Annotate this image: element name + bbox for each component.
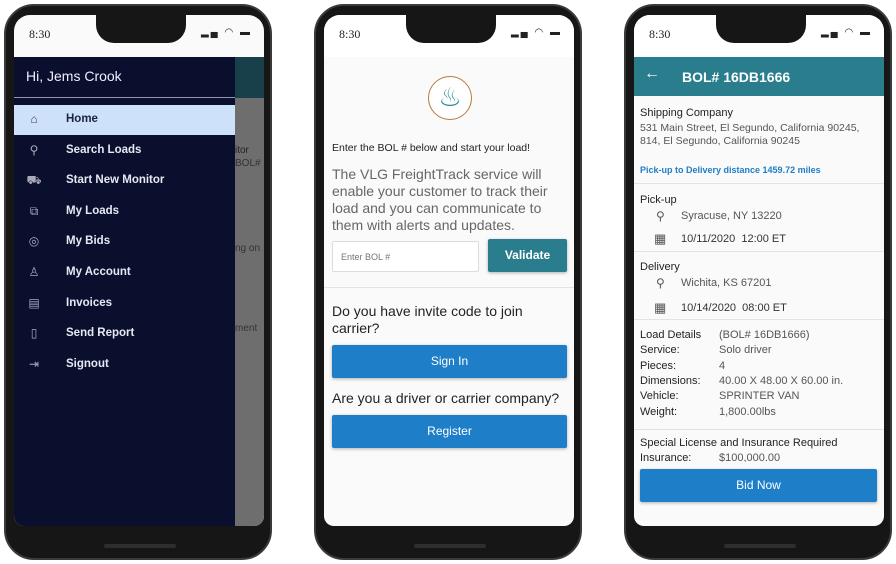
shipping-label: Shipping Company bbox=[640, 107, 733, 119]
detail-value: Solo driver bbox=[719, 344, 772, 357]
detail-key: Service: bbox=[640, 344, 680, 357]
background-text: itor bbox=[235, 145, 249, 156]
app-header: ← BOL# 16DB1666 bbox=[634, 57, 884, 96]
bol-input[interactable] bbox=[332, 241, 479, 272]
detail-value: 1,800.00lbs bbox=[719, 405, 776, 418]
detail-value: 40.00 X 48.00 X 60.00 in. bbox=[719, 374, 844, 387]
menu-item-signout[interactable]: ⇥ Signout bbox=[14, 350, 235, 380]
search-icon: ⚲ bbox=[29, 142, 39, 157]
menu-item-label: Search Loads bbox=[66, 143, 142, 156]
validate-button[interactable]: Validate bbox=[488, 239, 567, 272]
notch bbox=[716, 15, 806, 43]
navigation-drawer: Hi, Jems Crook ⌂ Home ⚲ Search Loads ⛟ Start … bbox=[14, 57, 235, 526]
detail-value: 4 bbox=[719, 359, 726, 372]
drawer-scrim[interactable]: itor BOL# ng on ment bbox=[235, 57, 264, 526]
delivery-datetime: 10/14/2020 08:00 ET bbox=[681, 302, 787, 314]
insurance-key: Insurance: bbox=[640, 452, 692, 462]
menu-item-invoices[interactable]: ▤ Invoices bbox=[14, 289, 235, 319]
invite-question: Do you have invite code to join carrier? bbox=[332, 303, 523, 336]
description: The VLG FreightTrack service will enable… bbox=[332, 166, 548, 233]
detail-value: (BOL# 16DB1666) bbox=[719, 329, 810, 341]
license-label: Special License and Insurance Required bbox=[640, 437, 838, 449]
menu-item-send-report[interactable]: ▯ Send Report bbox=[14, 319, 235, 349]
document-icon: ▯ bbox=[30, 326, 38, 341]
status-time: 8:30 bbox=[29, 27, 51, 41]
pickup-location: Syracuse, NY 13220 bbox=[681, 210, 782, 222]
menu-item-label: My Bids bbox=[66, 235, 111, 248]
coins-icon: ◎ bbox=[28, 234, 40, 249]
page-title: BOL# 16DB1666 bbox=[682, 69, 791, 85]
register-button[interactable]: Register bbox=[332, 415, 567, 448]
intro-text: Enter the BOL # below and start your loa… bbox=[332, 142, 531, 154]
detail-key: Pieces: bbox=[640, 359, 677, 372]
menu-item-label: Start New Monitor bbox=[66, 174, 165, 187]
detail-key: Load Details bbox=[640, 329, 702, 341]
detail-key: Vehicle: bbox=[640, 390, 679, 403]
background-text: BOL# bbox=[235, 158, 261, 169]
menu-item-my-bids[interactable]: ◎ My Bids bbox=[14, 227, 235, 257]
phone-home: 8:30 ▂▄ ◠ ▬ ♨ Enter the BOL # below and … bbox=[314, 4, 582, 560]
detail-value: SPRINTER VAN bbox=[719, 390, 800, 403]
calendar-icon: ▦ bbox=[654, 300, 667, 315]
screen: 8:30 ▂▄ ◠ ▬ ♨ Enter the BOL # below and … bbox=[324, 15, 574, 526]
background-text: ng on bbox=[235, 243, 261, 254]
menu-item-search-loads[interactable]: ⚲ Search Loads bbox=[14, 136, 235, 166]
menu-item-label: Home bbox=[66, 113, 98, 125]
distance-text: Pick-up to Delivery distance 1459.72 mil… bbox=[640, 165, 821, 175]
phone-load-details: 8:30 ▂▄ ◠ ▬ ← BOL# 16DB1666 Shipping Com… bbox=[624, 4, 892, 560]
back-arrow-icon[interactable]: ← bbox=[644, 65, 660, 83]
home-indicator bbox=[724, 544, 796, 548]
screen: 8:30 ▂▄ ◠ ▬ itor BOL# ng on ment Hi, Jem… bbox=[14, 15, 264, 526]
menu-item-my-loads[interactable]: ⧉ My Loads bbox=[14, 197, 235, 227]
driver-question: Are you a driver or carrier company? bbox=[332, 390, 560, 406]
shipping-address: 531 Main Street, El Segundo, California … bbox=[640, 122, 860, 147]
truck-icon: ⛟ bbox=[26, 173, 42, 188]
screen: 8:30 ▂▄ ◠ ▬ ← BOL# 16DB1666 Shipping Com… bbox=[634, 15, 884, 526]
background-text: ment bbox=[235, 323, 258, 334]
status-icons: ▂▄ ◠ ▬ bbox=[510, 27, 562, 38]
pickup-datetime: 10/11/2020 12:00 ET bbox=[681, 233, 786, 245]
home-icon: ⌂ bbox=[30, 112, 38, 126]
status-time: 8:30 bbox=[339, 27, 361, 41]
delivery-location: Wichita, KS 67201 bbox=[681, 277, 772, 289]
menu-item-my-account[interactable]: ♙ My Account bbox=[14, 258, 235, 288]
user-icon: ♙ bbox=[28, 265, 40, 279]
menu-item-label: My Account bbox=[66, 266, 131, 278]
status-time: 8:30 bbox=[649, 27, 671, 41]
location-pin-icon: ⚲ bbox=[656, 209, 665, 223]
box-icon: ⧉ bbox=[29, 203, 39, 218]
menu-item-label: My Loads bbox=[66, 204, 120, 217]
divider bbox=[324, 287, 574, 288]
bid-now-button[interactable]: Bid Now bbox=[640, 469, 877, 502]
list-icon: ▤ bbox=[28, 295, 40, 310]
status-icons: ▂▄ ◠ ▬ bbox=[200, 27, 252, 38]
calendar-icon: ▦ bbox=[654, 231, 667, 246]
phone-menu: 8:30 ▂▄ ◠ ▬ itor BOL# ng on ment Hi, Jem… bbox=[4, 4, 272, 560]
menu-item-label: Invoices bbox=[66, 296, 113, 309]
detail-key: Weight: bbox=[640, 405, 678, 418]
greeting: Hi, Jems Crook bbox=[26, 68, 122, 84]
pickup-label: Pick-up bbox=[640, 194, 677, 206]
home-indicator bbox=[104, 544, 176, 548]
menu-item-home[interactable]: ⌂ Home bbox=[14, 105, 235, 135]
signout-icon: ⇥ bbox=[28, 356, 40, 371]
delivery-label: Delivery bbox=[640, 261, 680, 273]
insurance-value: $100,000.00 bbox=[719, 452, 781, 462]
location-pin-icon: ⚲ bbox=[656, 276, 665, 290]
menu-item-label: Send Report bbox=[66, 327, 135, 340]
logo-flame-icon: ♨ bbox=[428, 76, 472, 120]
menu-item-start-new-monitor[interactable]: ⛟ Start New Monitor bbox=[14, 166, 235, 196]
notch bbox=[406, 15, 496, 43]
divider bbox=[14, 97, 235, 98]
status-icons: ▂▄ ◠ ▬ bbox=[820, 27, 872, 38]
home-indicator bbox=[414, 544, 486, 548]
detail-key: Dimensions: bbox=[640, 374, 701, 387]
menu-item-label: Signout bbox=[66, 357, 109, 370]
sign-in-button[interactable]: Sign In bbox=[332, 345, 567, 378]
notch bbox=[96, 15, 186, 43]
